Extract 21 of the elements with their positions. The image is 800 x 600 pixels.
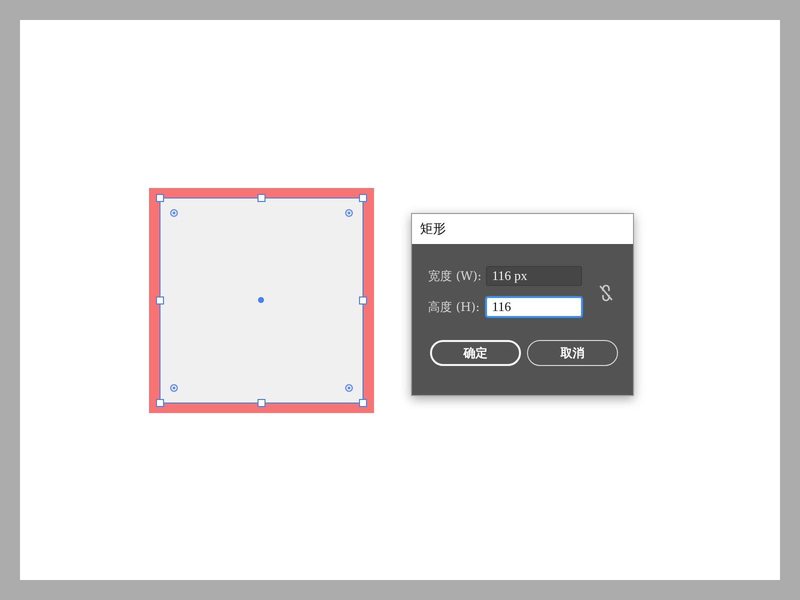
dialog-button[interactable]: 取消 — [527, 340, 618, 366]
center-point-icon — [258, 297, 264, 303]
input-field[interactable]: 116 px — [486, 266, 582, 286]
input-field[interactable]: 116 — [486, 297, 582, 317]
resize-handle[interactable] — [156, 399, 164, 407]
unlinked-chain-icon[interactable] — [599, 284, 613, 302]
field-label: 高度 (H): — [428, 298, 481, 316]
field-label: 宽度 (W): — [428, 268, 483, 284]
corner-widget-icon[interactable] — [170, 209, 178, 217]
corner-widget-icon[interactable] — [345, 209, 353, 217]
resize-handle[interactable] — [258, 194, 266, 202]
corner-widget-icon[interactable] — [345, 384, 353, 392]
resize-handle[interactable] — [359, 296, 367, 304]
resize-handle[interactable] — [258, 399, 266, 407]
resize-handle[interactable] — [156, 296, 164, 304]
resize-handle[interactable] — [156, 194, 164, 202]
dialog-button[interactable]: 确定 — [430, 340, 521, 366]
corner-widget-icon[interactable] — [170, 384, 178, 392]
resize-handle[interactable] — [359, 194, 367, 202]
dialog-title: 矩形 — [420, 221, 446, 238]
resize-handle[interactable] — [359, 399, 367, 407]
